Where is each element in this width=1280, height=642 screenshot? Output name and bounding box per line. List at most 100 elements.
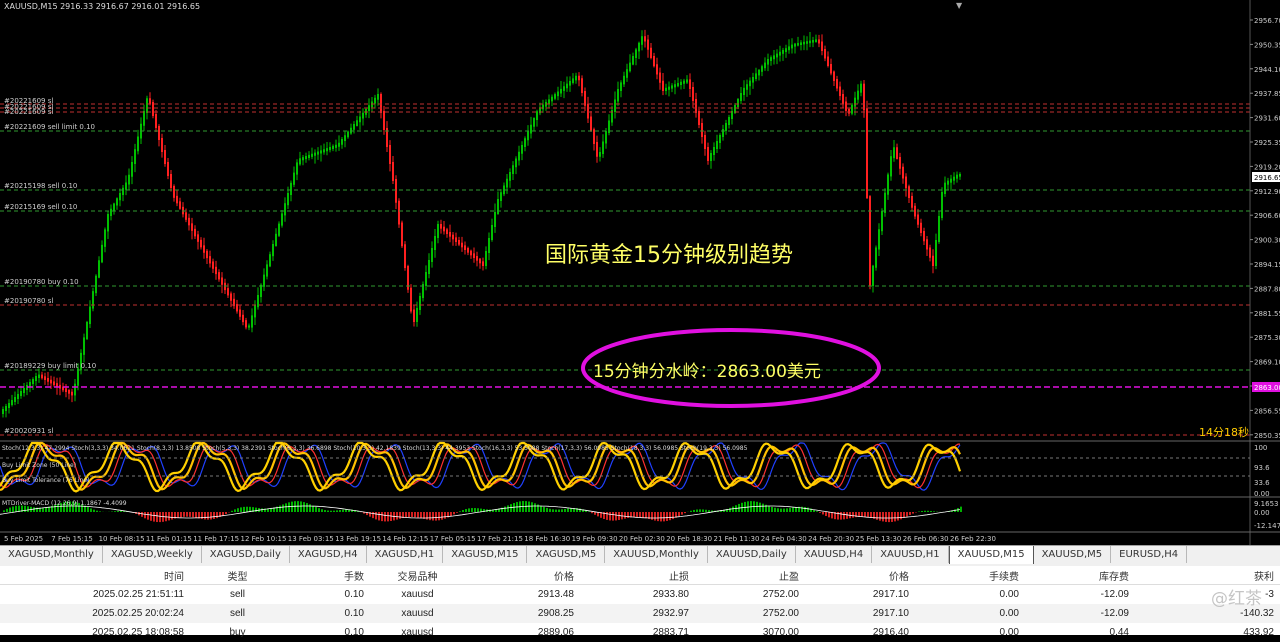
candle-body: [773, 55, 775, 59]
macd-bar: [147, 512, 149, 520]
candle-body: [524, 138, 526, 147]
candle-body: [572, 78, 574, 83]
price-chart[interactable]: #20221609 sl #20221609 sl #20221609 sl #…: [0, 0, 1280, 545]
macd-bar: [339, 510, 341, 512]
macd-bar: [6, 509, 8, 512]
column-header[interactable]: 止盈: [695, 566, 805, 585]
chart-canvas[interactable]: #20221609 sl #20221609 sl #20221609 sl #…: [0, 0, 1280, 545]
candle-body: [272, 244, 274, 256]
time-axis-label: 25 Feb 13:30: [855, 535, 901, 543]
column-header[interactable]: 时间: [0, 566, 190, 585]
macd-bar: [192, 512, 194, 517]
candle-body: [557, 92, 559, 97]
candle-body: [743, 88, 745, 95]
tab-xagusd-m15[interactable]: XAGUSD,M15: [443, 546, 527, 563]
candle-body: [695, 99, 697, 113]
trade-row[interactable]: 2025.02.25 20:02:24sell0.10xauusd2908.25…: [0, 604, 1280, 623]
chart-shift-marker[interactable]: ▼: [956, 1, 963, 10]
candle-body: [311, 154, 313, 157]
candle-body: [179, 201, 181, 209]
macd-bar: [771, 507, 773, 512]
macd-bar: [177, 512, 179, 518]
candle-body: [416, 308, 418, 322]
tab-xauusd-h4[interactable]: XAUUSD,H4: [796, 546, 872, 563]
column-header[interactable]: 手数: [290, 566, 370, 585]
tab-xauusd-h1[interactable]: XAUUSD,H1: [872, 546, 948, 563]
time-axis-label: 10 Feb 08:15: [99, 535, 145, 543]
candle-body: [566, 84, 568, 89]
macd-bar: [531, 502, 533, 512]
candle-body: [581, 78, 583, 93]
order-lines: [0, 104, 1250, 435]
column-header[interactable]: 交易品种: [370, 566, 470, 585]
tab-xauusd-daily[interactable]: XAUUSD,Daily: [708, 546, 796, 563]
column-header[interactable]: 库存费: [1025, 566, 1135, 585]
trade-table: 时间类型手数交易品种价格止损止盈价格手续费库存费获利 2025.02.25 21…: [0, 566, 1280, 642]
macd-bar: [429, 512, 431, 520]
tab-xagusd-monthly[interactable]: XAGUSD,Monthly: [0, 546, 103, 563]
candle-body: [827, 57, 829, 67]
candle-body: [269, 254, 271, 266]
macd-bar: [549, 509, 551, 512]
column-header[interactable]: 价格: [470, 566, 580, 585]
candle-body: [395, 179, 397, 203]
macd-bar: [921, 511, 923, 512]
candle-body: [515, 159, 517, 168]
macd-bar: [912, 512, 914, 514]
tab-xauusd-m5[interactable]: XAUUSD,M5: [1034, 546, 1112, 563]
macd-bar: [411, 512, 413, 517]
macd-bar: [756, 502, 758, 512]
watermark: @红茶: [1211, 584, 1262, 609]
candle-body: [35, 376, 37, 381]
candle-body: [851, 105, 853, 114]
price-axis-label: 2875.30: [1254, 334, 1280, 342]
macd-bar: [327, 511, 329, 512]
trade-row[interactable]: 2025.02.25 21:51:11sell0.10xauusd2913.48…: [0, 585, 1280, 605]
macd-axis-bottom: -12.1474: [1254, 522, 1280, 530]
candle-body: [110, 209, 112, 216]
trade-row[interactable]: 2025.02.25 18:08:58buy0.10xauusd2889.062…: [0, 623, 1280, 642]
candle-body: [404, 244, 406, 268]
order-label-sell1: #20215198 sell 0.10: [4, 182, 77, 190]
trade-table-header: 时间类型手数交易品种价格止损止盈价格手续费库存费获利: [0, 566, 1280, 585]
macd-axis-top: 9.1653: [1254, 500, 1279, 508]
macd-bar: [783, 509, 785, 512]
column-header[interactable]: 止损: [580, 566, 695, 585]
candle-body: [428, 260, 430, 274]
trade-cell: 0.00: [915, 623, 1025, 642]
candle-body: [83, 337, 85, 354]
candle-body: [71, 392, 73, 396]
column-header[interactable]: 手续费: [915, 566, 1025, 585]
tab-eurusd-h4[interactable]: EURUSD,H4: [1111, 546, 1187, 563]
tab-xagusd-weekly[interactable]: XAGUSD,Weekly: [103, 546, 202, 563]
bar-timer: 14分18秒: [1199, 425, 1249, 439]
tab-xauusd-monthly[interactable]: XAUUSD,Monthly: [605, 546, 708, 563]
macd-bar: [441, 512, 443, 520]
column-header[interactable]: 类型: [190, 566, 290, 585]
candle-body: [341, 139, 343, 145]
tab-xagusd-h1[interactable]: XAGUSD,H1: [367, 546, 444, 563]
candle-body: [512, 165, 514, 174]
candle-body: [359, 117, 361, 123]
tab-xagusd-m5[interactable]: XAGUSD,M5: [527, 546, 605, 563]
candle-body: [863, 84, 865, 111]
candle-body: [878, 229, 880, 249]
trade-cell: 2916.40: [805, 623, 915, 642]
time-axis-label: 21 Feb 11:30: [714, 535, 760, 543]
candle-body: [284, 203, 286, 215]
candle-body: [449, 232, 451, 237]
trend-title-annotation: 国际黄金15分钟级别趋势: [545, 243, 793, 268]
tab-xauusd-m15[interactable]: XAUUSD,M15: [949, 545, 1034, 564]
macd-bar: [627, 512, 629, 518]
column-header[interactable]: 获利: [1135, 566, 1280, 585]
column-header[interactable]: 价格: [805, 566, 915, 585]
macd-bar: [789, 508, 791, 512]
tab-xagusd-h4[interactable]: XAGUSD,H4: [290, 546, 367, 563]
candle-body: [125, 183, 127, 190]
candle-body: [671, 85, 673, 88]
macd-bar: [822, 512, 824, 514]
tab-xagusd-daily[interactable]: XAGUSD,Daily: [202, 546, 290, 563]
candle-body: [815, 39, 817, 42]
candle-body: [338, 143, 340, 147]
macd-bar: [960, 507, 962, 512]
